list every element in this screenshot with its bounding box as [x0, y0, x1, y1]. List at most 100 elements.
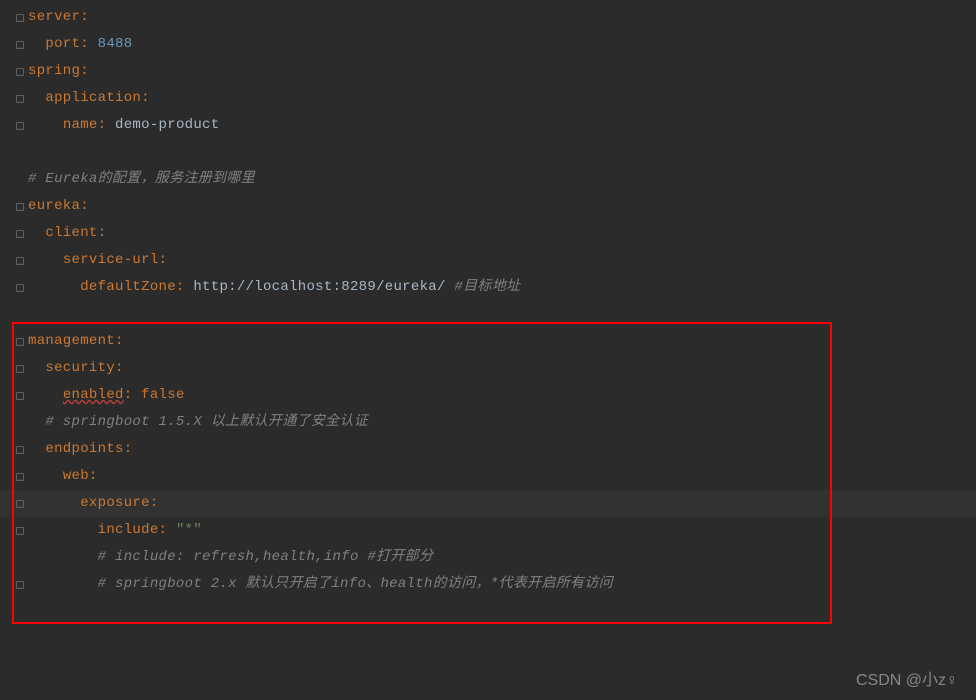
code-token: :: [98, 117, 115, 133]
code-line[interactable]: exposure:: [0, 490, 976, 517]
code-line[interactable]: # Eureka的配置，服务注册到哪里: [0, 166, 976, 193]
code-line[interactable]: endpoints:: [0, 436, 976, 463]
code-content[interactable]: web:: [28, 463, 98, 490]
fold-minus-icon[interactable]: [15, 121, 25, 131]
code-line[interactable]: web:: [0, 463, 976, 490]
code-token: exposure: [80, 495, 150, 511]
fold-minus-icon[interactable]: [15, 202, 25, 212]
code-token: [28, 117, 63, 133]
code-line[interactable]: port: 8488: [0, 31, 976, 58]
code-content[interactable]: # springboot 1.5.X 以上默认开通了安全认证: [28, 409, 368, 436]
code-line[interactable]: [0, 598, 976, 625]
code-token: :: [176, 279, 193, 295]
code-content[interactable]: include: "*": [28, 517, 202, 544]
fold-minus-icon[interactable]: [15, 283, 25, 293]
code-token: [28, 522, 98, 538]
code-content[interactable]: # springboot 2.x 默认只开启了info、health的访问，*代…: [28, 571, 613, 598]
fold-minus-icon[interactable]: [15, 337, 25, 347]
code-token: application: [45, 90, 141, 106]
code-content[interactable]: security:: [28, 355, 124, 382]
code-content[interactable]: # include: refresh,health,info #打开部分: [28, 544, 433, 571]
gutter-fold-marker[interactable]: [12, 121, 28, 131]
code-content[interactable]: port: 8488: [28, 31, 132, 58]
fold-minus-icon[interactable]: [15, 526, 25, 536]
code-content[interactable]: enabled: false: [28, 382, 185, 409]
code-content[interactable]: management:: [28, 328, 124, 355]
code-token: :: [80, 63, 89, 79]
code-line[interactable]: management:: [0, 328, 976, 355]
fold-minus-icon[interactable]: [15, 67, 25, 77]
code-line[interactable]: # springboot 2.x 默认只开启了info、health的访问，*代…: [0, 571, 976, 598]
gutter-fold-marker[interactable]: [12, 94, 28, 104]
code-token: [28, 414, 45, 430]
code-content[interactable]: exposure:: [28, 490, 159, 517]
gutter-fold-marker[interactable]: [12, 526, 28, 536]
code-line[interactable]: # springboot 1.5.X 以上默认开通了安全认证: [0, 409, 976, 436]
code-line[interactable]: include: "*": [0, 517, 976, 544]
gutter-fold-marker[interactable]: [12, 391, 28, 401]
code-content[interactable]: service-url:: [28, 247, 167, 274]
code-token: #目标地址: [454, 279, 520, 295]
code-line[interactable]: server:: [0, 4, 976, 31]
gutter-fold-marker[interactable]: [12, 364, 28, 374]
code-line[interactable]: [0, 139, 976, 166]
fold-minus-icon[interactable]: [15, 94, 25, 104]
gutter-fold-marker[interactable]: [12, 445, 28, 455]
code-token: port: [45, 36, 80, 52]
code-content[interactable]: spring:: [28, 58, 89, 85]
code-token: :: [115, 333, 124, 349]
code-content[interactable]: endpoints:: [28, 436, 132, 463]
code-line[interactable]: client:: [0, 220, 976, 247]
code-token: server: [28, 9, 80, 25]
gutter-fold-marker[interactable]: [12, 256, 28, 266]
code-line[interactable]: enabled: false: [0, 382, 976, 409]
code-content[interactable]: application:: [28, 85, 150, 112]
gutter-fold-marker[interactable]: [12, 13, 28, 23]
code-token: :: [159, 252, 168, 268]
code-line[interactable]: eureka:: [0, 193, 976, 220]
gutter-fold-marker[interactable]: [12, 67, 28, 77]
fold-minus-icon[interactable]: [15, 256, 25, 266]
gutter-fold-marker[interactable]: [12, 499, 28, 509]
code-token: demo-product: [115, 117, 219, 133]
gutter-fold-marker[interactable]: [12, 472, 28, 482]
code-token: management: [28, 333, 115, 349]
fold-minus-icon[interactable]: [15, 445, 25, 455]
code-line[interactable]: [0, 301, 976, 328]
gutter-fold-marker[interactable]: [12, 337, 28, 347]
gutter-fold-marker[interactable]: [12, 580, 28, 590]
code-content[interactable]: eureka:: [28, 193, 89, 220]
code-line[interactable]: spring:: [0, 58, 976, 85]
gutter-fold-marker[interactable]: [12, 283, 28, 293]
code-line[interactable]: name: demo-product: [0, 112, 976, 139]
fold-minus-icon[interactable]: [15, 40, 25, 50]
fold-minus-icon[interactable]: [15, 499, 25, 509]
fold-minus-icon[interactable]: [15, 229, 25, 239]
fold-minus-icon[interactable]: [15, 391, 25, 401]
fold-minus-icon[interactable]: [15, 13, 25, 23]
code-line[interactable]: [0, 625, 976, 652]
fold-minus-icon[interactable]: [15, 580, 25, 590]
code-token: :: [80, 198, 89, 214]
code-token: spring: [28, 63, 80, 79]
code-content[interactable]: server:: [28, 4, 89, 31]
gutter-fold-marker[interactable]: [12, 40, 28, 50]
code-editor[interactable]: server: port: 8488spring: application: n…: [0, 0, 976, 656]
code-content[interactable]: defaultZone: http://localhost:8289/eurek…: [28, 274, 520, 301]
code-token: false: [141, 387, 185, 403]
code-line[interactable]: service-url:: [0, 247, 976, 274]
code-token: defaultZone: [80, 279, 176, 295]
code-token: # springboot 1.5.X 以上默认开通了安全认证: [45, 414, 368, 430]
fold-minus-icon[interactable]: [15, 472, 25, 482]
fold-minus-icon[interactable]: [15, 364, 25, 374]
gutter-fold-marker[interactable]: [12, 229, 28, 239]
gutter-fold-marker[interactable]: [12, 202, 28, 212]
code-line[interactable]: application:: [0, 85, 976, 112]
code-line[interactable]: defaultZone: http://localhost:8289/eurek…: [0, 274, 976, 301]
code-line[interactable]: # include: refresh,health,info #打开部分: [0, 544, 976, 571]
code-content[interactable]: client:: [28, 220, 106, 247]
code-token: include: [98, 522, 159, 538]
code-content[interactable]: # Eureka的配置，服务注册到哪里: [28, 166, 255, 193]
code-content[interactable]: name: demo-product: [28, 112, 219, 139]
code-line[interactable]: security:: [0, 355, 976, 382]
